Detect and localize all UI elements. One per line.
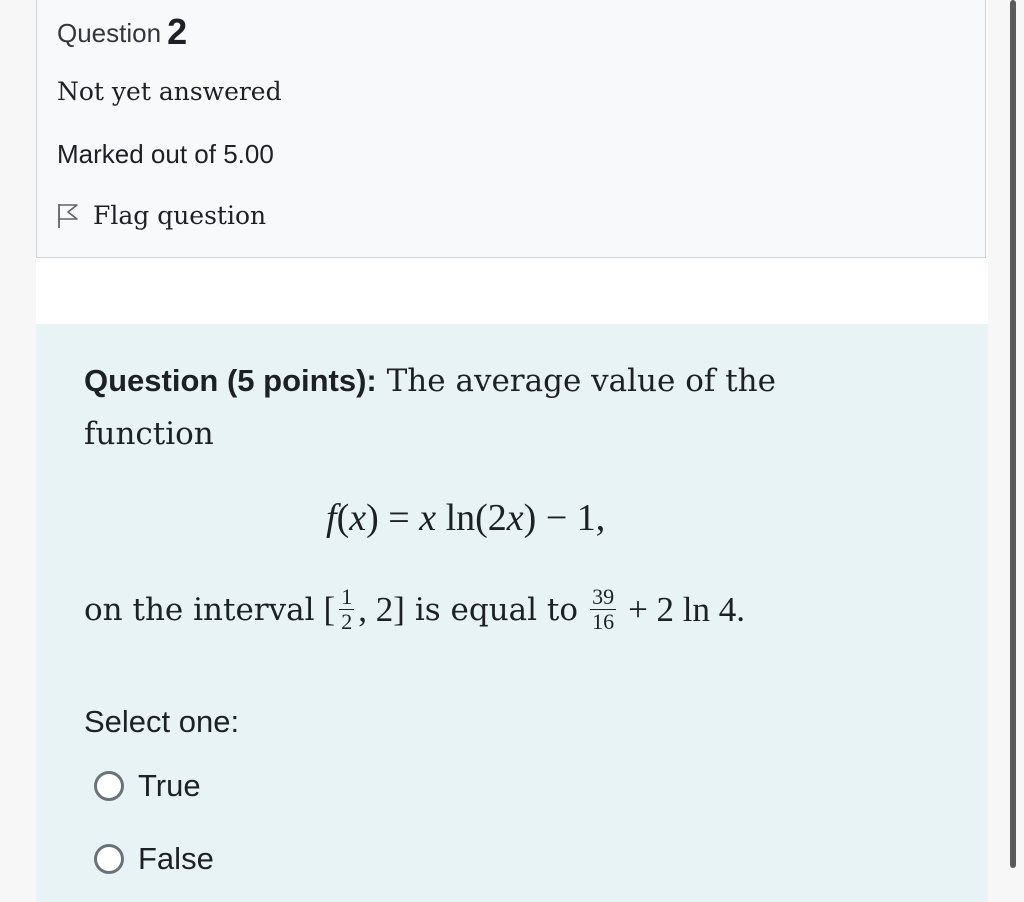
scrollbar[interactable] [1010, 0, 1016, 868]
flag-question-label: Flag question [93, 201, 267, 230]
formula-ln: ln [445, 497, 476, 539]
panel-gap [36, 260, 988, 324]
interval-fraction-denominator: 2 [341, 609, 353, 634]
formula-arg-x: x [506, 497, 524, 539]
option-false-label[interactable]: False [138, 841, 214, 877]
answer-fraction: 39 16 [590, 584, 617, 634]
formula-equals: = [388, 497, 410, 539]
flag-outline-icon [58, 203, 78, 228]
interval-fraction: 1 2 [339, 584, 355, 634]
interval-open-bracket: [ [323, 589, 336, 629]
page-margin-right [988, 0, 1024, 902]
function-formula: f(x) = x ln(2x) − 1, [326, 497, 606, 539]
question-info-panel: Question 2 Not yet answered Marked out of… [36, 0, 986, 258]
formula-arg-close: ) [523, 497, 537, 539]
formula-minus-tail: − 1, [545, 497, 606, 539]
question-number: Question 2 [57, 11, 187, 53]
interval-middle: , 2] [358, 589, 405, 629]
question-number-value: 2 [167, 11, 188, 52]
question-state: Not yet answered [57, 77, 282, 106]
interval-fraction-numerator: 1 [339, 584, 355, 610]
answer-fraction-denominator: 16 [592, 609, 615, 634]
question-points-label: Question (5 points): [84, 363, 377, 398]
option-true-label[interactable]: True [138, 768, 201, 804]
radio-unchecked-icon[interactable] [94, 844, 124, 874]
interval-statement: on the interval [ 1 2 , 2] is equal to 3… [84, 586, 745, 633]
option-true[interactable]: True [94, 768, 201, 804]
interval-prefix: on the interval [84, 591, 315, 628]
radio-unchecked-icon[interactable] [94, 771, 124, 801]
question-formulation: Question (5 points): The average value o… [36, 324, 988, 902]
formula-x-coefficient: x [419, 497, 437, 539]
is-equal-to: is equal to [414, 591, 579, 628]
page-margin-left [0, 0, 36, 902]
answer-fraction-numerator: 39 [590, 584, 617, 610]
formula-arg-open: (2 [475, 497, 507, 539]
question-word: Question [57, 18, 162, 48]
option-false[interactable]: False [94, 841, 214, 877]
select-one-prompt: Select one: [84, 704, 240, 739]
question-text: Question (5 points): The average value o… [84, 354, 914, 461]
flag-question-link[interactable]: Flag question [57, 201, 266, 230]
formula-f: f [326, 497, 337, 539]
formula-x: x [349, 497, 367, 539]
question-grade: Marked out of 5.00 [57, 139, 274, 169]
answer-tail: + 2 ln 4. [628, 589, 746, 629]
